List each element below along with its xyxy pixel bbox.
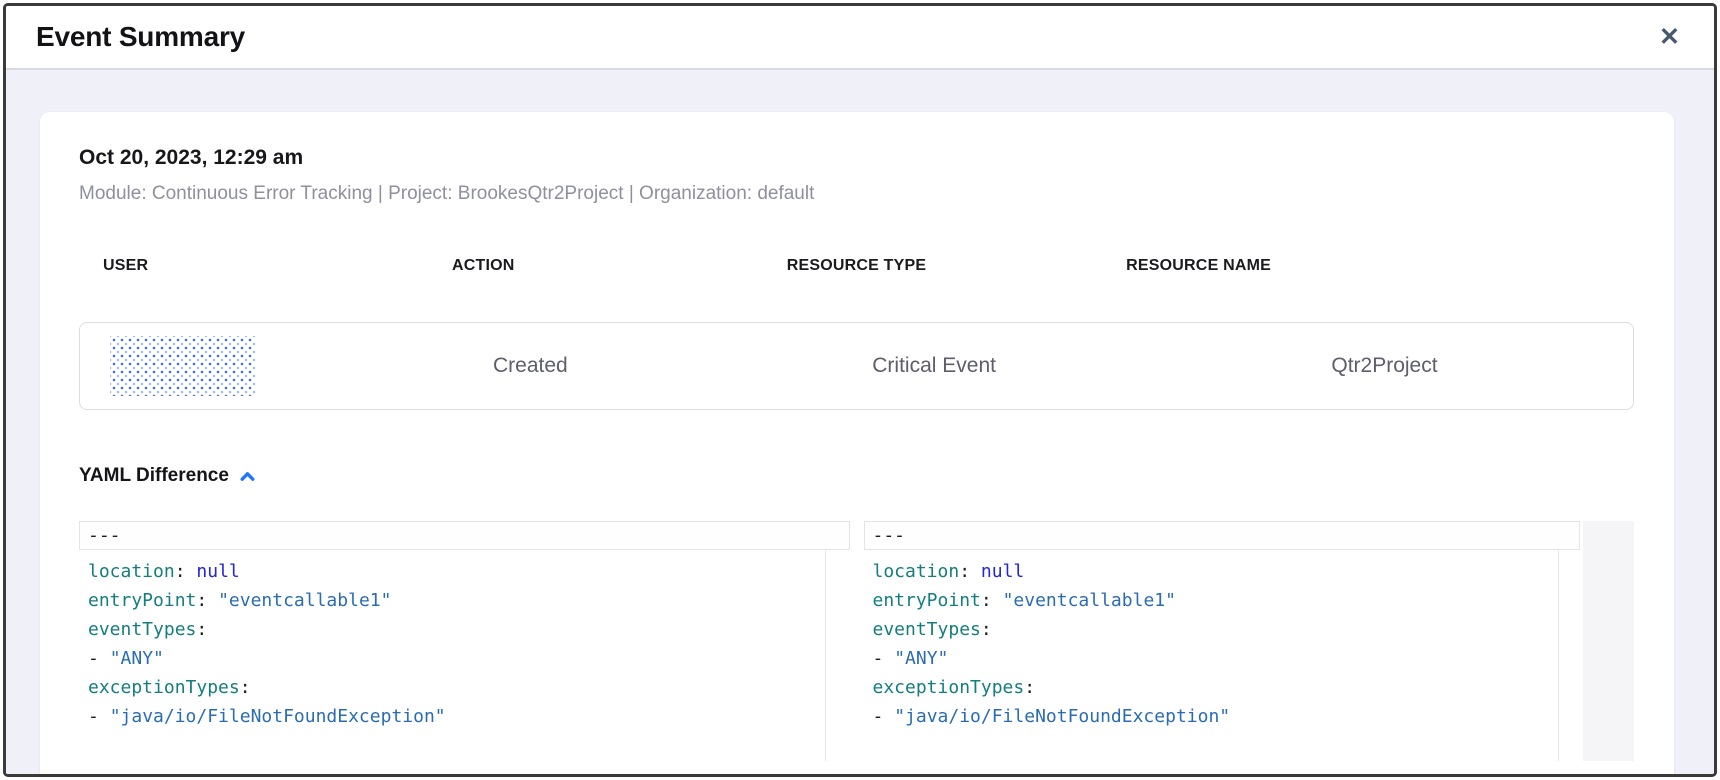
- column-header-resource-name: RESOURCE NAME: [1028, 257, 1370, 275]
- code-line: entryPoint: "eventcallable1": [79, 586, 850, 615]
- code-token-string: "eventcallable1": [218, 590, 391, 611]
- code-token-plain: ---: [88, 525, 121, 546]
- code-token-plain: :: [196, 590, 218, 611]
- code-token-string: "java/io/FileNotFoundException": [894, 706, 1230, 727]
- code-line: - "java/io/FileNotFoundException": [864, 702, 1635, 731]
- modal-titlebar: Event Summary ✕: [6, 6, 1714, 70]
- event-summary-card: Oct 20, 2023, 12:29 am Module: Continuou…: [40, 112, 1674, 777]
- code-line: exceptionTypes:: [864, 673, 1635, 702]
- yaml-difference-label: YAML Difference: [79, 465, 229, 487]
- code-token-plain: ---: [873, 525, 906, 546]
- code-token-plain: :: [981, 619, 992, 640]
- code-line: - "java/io/FileNotFoundException": [79, 702, 850, 731]
- code-token-key: entryPoint: [88, 590, 196, 611]
- yaml-panel-after[interactable]: ---location: nullentryPoint: "eventcalla…: [864, 521, 1635, 761]
- yaml-panel-before[interactable]: ---location: nullentryPoint: "eventcalla…: [79, 521, 850, 761]
- code-token-key: exceptionTypes: [873, 677, 1025, 698]
- code-token-key: eventTypes: [88, 619, 196, 640]
- yaml-doc-separator-line: ---: [864, 521, 1581, 550]
- event-timestamp: Oct 20, 2023, 12:29 am: [79, 146, 1634, 170]
- code-line: eventTypes:: [79, 615, 850, 644]
- summary-table-header: USER ACTION RESOURCE TYPE RESOURCE NAME: [79, 257, 1634, 275]
- code-token-string: "ANY": [894, 648, 948, 669]
- code-token-plain: :: [196, 619, 207, 640]
- code-line: location: null: [864, 557, 1635, 586]
- code-token-plain: :: [1024, 677, 1035, 698]
- code-token-string: "eventcallable1": [1003, 590, 1176, 611]
- column-header-action: ACTION: [281, 257, 685, 275]
- chevron-up-icon[interactable]: [239, 469, 256, 484]
- code-lines: ---location: nullentryPoint: "eventcalla…: [864, 521, 1635, 731]
- yaml-diff-panels: ---location: nullentryPoint: "eventcalla…: [79, 521, 1634, 761]
- modal-window: Event Summary ✕ Oct 20, 2023, 12:29 am M…: [3, 3, 1717, 777]
- action-cell: Created: [328, 354, 732, 378]
- code-token-null: null: [981, 561, 1024, 582]
- code-token-null: null: [196, 561, 239, 582]
- code-line: - "ANY": [864, 644, 1635, 673]
- code-token-string: "java/io/FileNotFoundException": [110, 706, 446, 727]
- code-token-plain: :: [959, 561, 981, 582]
- code-token-plain: :: [981, 590, 1003, 611]
- column-header-user: USER: [79, 257, 281, 275]
- code-token-plain: -: [873, 648, 895, 669]
- code-line: location: null: [79, 557, 850, 586]
- redacted-user-block: [110, 336, 256, 396]
- yaml-doc-separator-line: ---: [79, 521, 850, 550]
- code-line: - "ANY": [79, 644, 850, 673]
- code-line: eventTypes:: [864, 615, 1635, 644]
- close-button[interactable]: ✕: [1655, 21, 1684, 54]
- code-token-plain: -: [88, 648, 110, 669]
- table-row: Created Critical Event Qtr2Project: [79, 322, 1634, 410]
- code-token-key: location: [873, 561, 960, 582]
- code-token-plain: :: [175, 561, 197, 582]
- code-token-plain: -: [88, 706, 110, 727]
- code-token-key: location: [88, 561, 175, 582]
- column-header-spacer: [1370, 257, 1634, 275]
- resource-name-cell: Qtr2Project: [1136, 354, 1633, 378]
- column-header-resource-type: RESOURCE TYPE: [685, 257, 1027, 275]
- event-meta: Module: Continuous Error Tracking | Proj…: [79, 183, 1634, 205]
- code-token-string: "ANY": [110, 648, 164, 669]
- code-token-key: eventTypes: [873, 619, 981, 640]
- page-title: Event Summary: [36, 21, 245, 53]
- code-line: entryPoint: "eventcallable1": [864, 586, 1635, 615]
- yaml-difference-toggle[interactable]: YAML Difference: [79, 465, 256, 487]
- modal-body: Oct 20, 2023, 12:29 am Module: Continuou…: [6, 70, 1714, 774]
- code-token-key: exceptionTypes: [88, 677, 240, 698]
- code-line: exceptionTypes:: [79, 673, 850, 702]
- code-token-plain: :: [240, 677, 251, 698]
- code-token-plain: -: [873, 706, 895, 727]
- code-token-key: entryPoint: [873, 590, 981, 611]
- user-cell: [80, 336, 328, 396]
- close-icon: ✕: [1659, 23, 1680, 51]
- resource-type-cell: Critical Event: [732, 354, 1136, 378]
- code-lines: ---location: nullentryPoint: "eventcalla…: [79, 521, 850, 731]
